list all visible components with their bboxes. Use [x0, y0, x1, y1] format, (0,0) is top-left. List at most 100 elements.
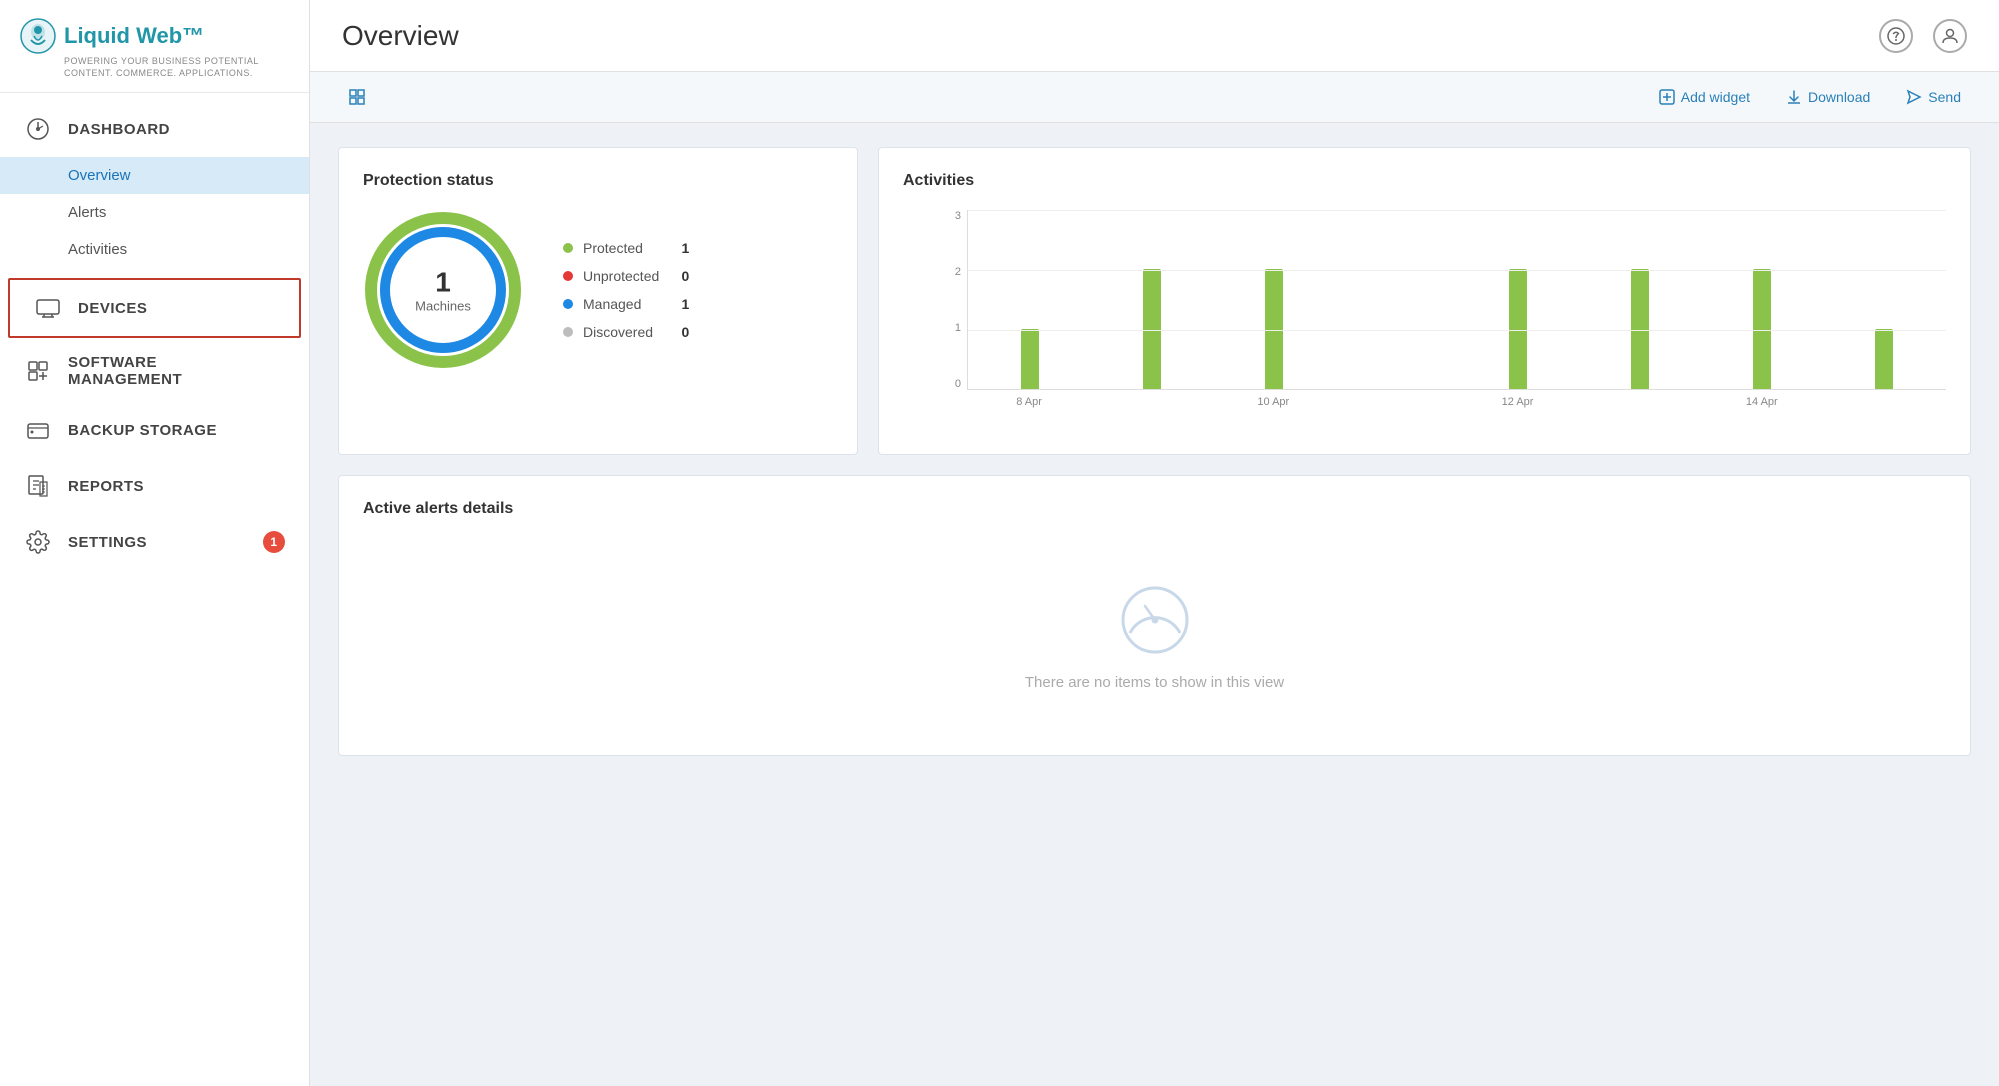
backup-icon	[24, 416, 52, 444]
toolbar: Add widget Download Send	[310, 72, 1999, 123]
download-button[interactable]: Download	[1772, 83, 1884, 111]
add-widget-button[interactable]: Add widget	[1645, 83, 1764, 111]
x-label-10apr: 10 Apr	[1219, 396, 1327, 408]
sidebar: Liquid Web™ POWERING YOUR BUSINESS POTEN…	[0, 0, 310, 1086]
donut-center-label: Machines	[415, 299, 471, 314]
devices-icon	[34, 294, 62, 322]
logo-tagline2: Content. Commerce. Applications.	[20, 68, 289, 78]
nav-section-dashboard: DASHBOARD Overview Alerts Activities	[0, 93, 309, 276]
backup-label: BACKUP STORAGE	[68, 422, 217, 439]
chart-area: 3 2 1 0	[903, 210, 1946, 430]
bar-group-1	[1098, 269, 1206, 389]
x-label-blank3	[1586, 396, 1694, 408]
y-label-1: 1	[955, 322, 961, 334]
sidebar-item-dashboard[interactable]: DASHBOARD	[0, 101, 309, 157]
y-label-2: 2	[955, 266, 961, 278]
settings-icon	[24, 528, 52, 556]
legend-item-protected: Protected 1	[563, 240, 689, 256]
protection-content: 1 Machines Protected 1 Unprot	[363, 210, 833, 370]
empty-icon	[1115, 578, 1195, 658]
sidebar-item-activities[interactable]: Activities	[0, 231, 309, 268]
protection-status-widget: Protection status 1	[338, 147, 858, 455]
bar-5	[1631, 269, 1649, 389]
bar-1	[1143, 269, 1161, 389]
logo-area: Liquid Web™ POWERING YOUR BUSINESS POTEN…	[0, 0, 309, 93]
bar-group-6	[1708, 269, 1816, 389]
legend-item-managed: Managed 1	[563, 296, 689, 312]
add-widget-icon	[1659, 89, 1675, 105]
expand-button[interactable]	[334, 82, 380, 112]
sidebar-item-reports[interactable]: REPORTS	[0, 458, 309, 514]
bar-group-0	[976, 329, 1084, 389]
help-icon[interactable]	[1879, 19, 1913, 53]
widgets-row-top: Protection status 1	[338, 147, 1971, 455]
settings-badge: 1	[263, 531, 285, 553]
legend-dot-discovered	[563, 327, 573, 337]
sidebar-item-devices[interactable]: DEVICES	[8, 278, 301, 338]
legend-label-discovered: Discovered	[583, 324, 659, 340]
y-label-3: 3	[955, 210, 961, 222]
download-icon	[1786, 89, 1802, 105]
expand-icon	[348, 88, 366, 106]
x-label-12apr: 12 Apr	[1464, 396, 1572, 408]
software-label: SOFTWAREMANAGEMENT	[68, 354, 182, 388]
user-icon[interactable]	[1933, 19, 1967, 53]
send-button[interactable]: Send	[1892, 83, 1975, 111]
top-bar-actions	[1879, 19, 1967, 53]
bar-7	[1875, 329, 1893, 389]
legend-dot-managed	[563, 299, 573, 309]
protection-status-title: Protection status	[363, 172, 833, 190]
bar-group-2	[1220, 269, 1328, 389]
legend-label-protected: Protected	[583, 240, 659, 256]
x-label-blank2	[1341, 396, 1449, 408]
legend-value-managed: 1	[669, 296, 689, 312]
active-alerts-title: Active alerts details	[363, 500, 1946, 518]
legend-label-managed: Managed	[583, 296, 659, 312]
dashboard-label: DASHBOARD	[68, 121, 170, 138]
logo-tagline1: POWERING YOUR BUSINESS POTENTIAL	[20, 56, 289, 66]
top-bar: Overview	[310, 0, 1999, 72]
dashboard-area: Protection status 1	[310, 123, 1999, 1086]
sidebar-item-overview[interactable]: Overview	[0, 157, 309, 194]
legend-dot-protected	[563, 243, 573, 253]
dashboard-sub-items: Overview Alerts Activities	[0, 157, 309, 268]
reports-icon	[24, 472, 52, 500]
sidebar-item-settings[interactable]: SETTINGS 1	[0, 514, 309, 570]
bar-4	[1509, 269, 1527, 389]
main-content: Overview Add widget Download	[310, 0, 1999, 1086]
devices-label: DEVICES	[78, 300, 147, 317]
x-label-blank1	[1097, 396, 1205, 408]
sidebar-item-alerts[interactable]: Alerts	[0, 194, 309, 231]
sidebar-item-software-management[interactable]: SOFTWAREMANAGEMENT	[0, 340, 309, 402]
bar-group-7	[1830, 329, 1938, 389]
bar-group-4	[1464, 269, 1572, 389]
bar-0	[1021, 329, 1039, 389]
toolbar-left	[334, 82, 380, 112]
protection-legend: Protected 1 Unprotected 0 Managed 1	[563, 240, 689, 340]
legend-label-unprotected: Unprotected	[583, 268, 659, 284]
active-alerts-widget: Active alerts details There are no items…	[338, 475, 1971, 756]
legend-value-discovered: 0	[669, 324, 689, 340]
activities-widget: Activities 3 2 1 0	[878, 147, 1971, 455]
y-label-0: 0	[955, 378, 961, 390]
logo-text: Liquid Web™	[64, 23, 204, 49]
sidebar-item-backup-storage[interactable]: BACKUP STORAGE	[0, 402, 309, 458]
software-icon	[24, 357, 52, 385]
empty-state: There are no items to show in this view	[363, 538, 1946, 731]
toolbar-right: Add widget Download Send	[1645, 83, 1975, 111]
page-title: Overview	[342, 20, 459, 52]
logo-brand: Liquid Web™	[20, 18, 289, 54]
settings-label: SETTINGS	[68, 534, 147, 551]
activities-title: Activities	[903, 172, 1946, 190]
x-label-14apr: 14 Apr	[1708, 396, 1816, 408]
donut-center: 1 Machines	[415, 267, 471, 314]
legend-item-discovered: Discovered 0	[563, 324, 689, 340]
legend-dot-unprotected	[563, 271, 573, 281]
donut-chart: 1 Machines	[363, 210, 523, 370]
reports-label: REPORTS	[68, 478, 144, 495]
legend-value-protected: 1	[669, 240, 689, 256]
bar-6	[1753, 269, 1771, 389]
x-label-blank4	[1830, 396, 1938, 408]
legend-value-unprotected: 0	[669, 268, 689, 284]
empty-text: There are no items to show in this view	[1025, 674, 1284, 691]
